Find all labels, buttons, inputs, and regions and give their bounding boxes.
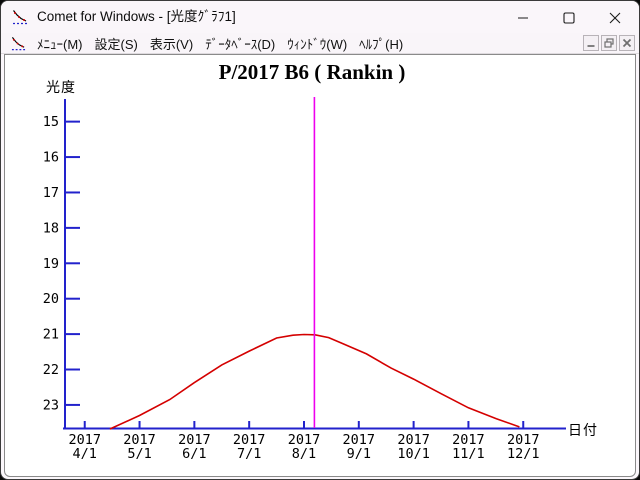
mdi-window-controls (583, 35, 635, 51)
y-tick-label: 23 (43, 397, 59, 413)
y-tick-label: 17 (43, 185, 59, 201)
mdi-restore-icon (604, 38, 614, 48)
y-tick-label: 22 (43, 362, 59, 378)
x-tick-label-date: 8/1 (292, 446, 316, 462)
titlebar: Comet for Windows - [光度ｸﾞﾗﾌ1] (1, 1, 639, 33)
x-tick-label-date: 6/1 (182, 446, 206, 462)
x-tick-label-date: 5/1 (127, 446, 151, 462)
app-window: Comet for Windows - [光度ｸﾞﾗﾌ1] ﾒﾆｭｰ(M) 設定… (0, 0, 640, 480)
menu-item-window[interactable]: ｳｨﾝﾄﾞｳ(W) (281, 34, 353, 53)
light-curve-plot: 15161718192021222320174/120175/120176/12… (43, 97, 566, 462)
menu-item-view[interactable]: 表示(V) (144, 34, 199, 53)
y-tick-label: 21 (43, 327, 59, 343)
menu-item-database[interactable]: ﾃﾞｰﾀﾍﾞｰｽ(D) (199, 34, 281, 53)
menu-items: ﾒﾆｭｰ(M) 設定(S) 表示(V) ﾃﾞｰﾀﾍﾞｰｽ(D) ｳｨﾝﾄﾞｳ(W… (31, 33, 409, 53)
maximize-button[interactable] (546, 2, 592, 33)
close-icon (609, 12, 621, 23)
mdi-minimize-icon (587, 45, 595, 47)
x-tick-label-date: 12/1 (507, 446, 540, 462)
x-tick-label-date: 10/1 (397, 446, 430, 462)
x-tick-label-date: 11/1 (452, 446, 485, 462)
mdi-restore-button[interactable] (601, 35, 617, 51)
y-tick-label: 15 (43, 114, 59, 130)
mdi-minimize-button[interactable] (583, 35, 599, 51)
y-tick-label: 18 (43, 220, 59, 236)
close-button[interactable] (592, 2, 638, 33)
window-title: Comet for Windows - [光度ｸﾞﾗﾌ1] (37, 9, 236, 24)
y-tick-label: 16 (43, 150, 59, 166)
menu-item-help[interactable]: ﾍﾙﾌﾟ(H) (353, 34, 409, 53)
window-controls (500, 2, 638, 33)
mdi-close-button[interactable] (619, 35, 635, 51)
light-curve-chart-icon (12, 9, 28, 25)
x-tick-label-date: 9/1 (347, 446, 371, 462)
minimize-button[interactable] (500, 2, 546, 33)
maximize-icon (563, 11, 575, 24)
minimize-icon (518, 16, 528, 19)
menu-item-settings[interactable]: 設定(S) (89, 34, 144, 53)
y-tick-label: 19 (43, 256, 59, 272)
menubar: ﾒﾆｭｰ(M) 設定(S) 表示(V) ﾃﾞｰﾀﾍﾞｰｽ(D) ｳｨﾝﾄﾞｳ(W… (1, 33, 639, 54)
mdi-close-icon (622, 38, 632, 48)
x-tick-label-date: 4/1 (73, 446, 97, 462)
chart-client-area: P/2017 B6 ( Rankin ) 光度 日付 15 16 17 18 19 20 2… (4, 54, 636, 477)
light-curve-chart-icon (11, 36, 26, 51)
x-tick-label-date: 7/1 (237, 446, 261, 462)
menu-item-menu[interactable]: ﾒﾆｭｰ(M) (31, 34, 89, 53)
y-tick-label: 20 (43, 291, 59, 307)
